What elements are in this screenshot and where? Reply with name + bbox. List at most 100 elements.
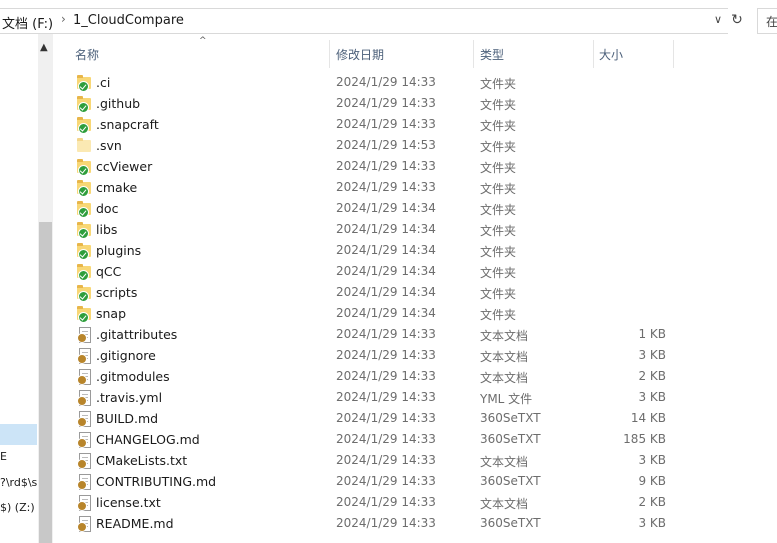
navigation-pane: E ?\rd$\s $) (Z:) ▲ <box>0 34 53 543</box>
file-name: .gitignore <box>96 348 156 363</box>
refresh-icon[interactable]: ↻ <box>729 12 745 30</box>
text-file-icon <box>77 327 91 343</box>
file-row[interactable]: cmake 2024/1/29 14:33 文件夹 <box>53 177 777 198</box>
nav-item-selected[interactable] <box>0 424 37 445</box>
file-date: 2024/1/29 14:34 <box>336 201 436 215</box>
chevron-down-icon[interactable]: ∨ <box>714 13 722 26</box>
scroll-up-icon[interactable]: ▲ <box>40 42 48 53</box>
file-row[interactable]: qCC 2024/1/29 14:34 文件夹 <box>53 261 777 282</box>
file-date: 2024/1/29 14:33 <box>336 369 436 383</box>
file-size: 14 KB <box>630 411 666 425</box>
column-header-size[interactable]: 大小 <box>599 46 623 63</box>
text-file-icon <box>77 474 91 490</box>
file-row[interactable]: scripts 2024/1/29 14:34 文件夹 <box>53 282 777 303</box>
file-type: 360SeTXT <box>480 516 541 530</box>
file-name: scripts <box>96 285 138 300</box>
breadcrumb-folder[interactable]: 1_CloudCompare <box>73 13 184 28</box>
file-date: 2024/1/29 14:53 <box>336 138 436 152</box>
column-divider[interactable] <box>593 40 594 68</box>
file-name: qCC <box>96 264 122 279</box>
file-date: 2024/1/29 14:33 <box>336 390 436 404</box>
file-row[interactable]: .svn 2024/1/29 14:53 文件夹 <box>53 135 777 156</box>
folder-synced-icon <box>77 117 91 134</box>
text-file-icon <box>77 390 91 406</box>
file-row[interactable]: libs 2024/1/29 14:34 文件夹 <box>53 219 777 240</box>
file-row[interactable]: .travis.yml 2024/1/29 14:33 YML 文件 3 KB <box>53 387 777 408</box>
column-divider[interactable] <box>329 40 330 68</box>
file-date: 2024/1/29 14:33 <box>336 411 436 425</box>
file-row[interactable]: .ci 2024/1/29 14:33 文件夹 <box>53 72 777 93</box>
column-header-date[interactable]: 修改日期 <box>336 46 384 63</box>
text-file-icon <box>77 516 91 532</box>
file-name: CHANGELOG.md <box>96 432 200 447</box>
file-row[interactable]: license.txt 2024/1/29 14:33 文本文档 2 KB <box>53 492 777 513</box>
folder-synced-icon <box>77 96 91 113</box>
file-type: 文本文档 <box>480 455 529 469</box>
column-divider[interactable] <box>473 40 474 68</box>
address-bar[interactable]: 文档 (F:) › 1_CloudCompare ∨ <box>0 8 728 34</box>
file-name: .gitattributes <box>96 327 178 342</box>
file-row[interactable]: .snapcraft 2024/1/29 14:33 文件夹 <box>53 114 777 135</box>
column-header-type[interactable]: 类型 <box>480 46 504 63</box>
file-row[interactable]: CONTRIBUTING.md 2024/1/29 14:33 360SeTXT 9 … <box>53 471 777 492</box>
file-type: 文件夹 <box>480 266 517 280</box>
file-row[interactable]: BUILD.md 2024/1/29 14:33 360SeTXT 14 KB <box>53 408 777 429</box>
column-divider[interactable] <box>673 40 674 68</box>
file-name: plugins <box>96 243 142 258</box>
search-box[interactable]: 在 <box>757 8 777 34</box>
file-name: ccViewer <box>96 159 153 174</box>
file-type: 文件夹 <box>480 203 517 217</box>
file-row[interactable]: doc 2024/1/29 14:34 文件夹 <box>53 198 777 219</box>
file-type: 文件夹 <box>480 161 517 175</box>
nav-item[interactable]: $) (Z:) <box>0 497 37 518</box>
file-row[interactable]: .gitmodules 2024/1/29 14:33 文本文档 2 KB <box>53 366 777 387</box>
file-name: CMakeLists.txt <box>96 453 188 468</box>
file-name: .snapcraft <box>96 117 159 132</box>
file-type: 360SeTXT <box>480 411 541 425</box>
file-row[interactable]: .gitattributes 2024/1/29 14:33 文本文档 1 KB <box>53 324 777 345</box>
file-size: 3 KB <box>638 348 666 362</box>
file-type: 360SeTXT <box>480 432 541 446</box>
nav-item[interactable]: E <box>0 446 37 467</box>
text-file-icon <box>77 348 91 364</box>
file-date: 2024/1/29 14:33 <box>336 432 436 446</box>
file-type: 文本文档 <box>480 371 529 385</box>
file-type: YML 文件 <box>480 392 533 406</box>
file-name: CONTRIBUTING.md <box>96 474 217 489</box>
file-date: 2024/1/29 14:33 <box>336 516 436 530</box>
file-row[interactable]: plugins 2024/1/29 14:34 文件夹 <box>53 240 777 261</box>
column-header-name[interactable]: 名称 <box>75 46 99 63</box>
file-row[interactable]: ccViewer 2024/1/29 14:33 文件夹 <box>53 156 777 177</box>
file-row[interactable]: CHANGELOG.md 2024/1/29 14:33 360SeTXT 185 K… <box>53 429 777 450</box>
file-type: 文件夹 <box>480 140 517 154</box>
file-size: 2 KB <box>638 495 666 509</box>
breadcrumb-drive[interactable]: 文档 (F:) <box>2 13 53 32</box>
folder-synced-icon <box>77 222 91 239</box>
file-size: 3 KB <box>638 516 666 530</box>
file-name: libs <box>96 222 118 237</box>
file-date: 2024/1/29 14:33 <box>336 348 436 362</box>
file-name: snap <box>96 306 127 321</box>
file-type: 文件夹 <box>480 245 517 259</box>
file-row[interactable]: .gitignore 2024/1/29 14:33 文本文档 3 KB <box>53 345 777 366</box>
file-row[interactable]: .github 2024/1/29 14:33 文件夹 <box>53 93 777 114</box>
file-date: 2024/1/29 14:33 <box>336 96 436 110</box>
folder-synced-icon <box>77 243 91 260</box>
file-type: 文件夹 <box>480 119 517 133</box>
file-date: 2024/1/29 14:34 <box>336 306 436 320</box>
nav-scrollbar[interactable]: ▲ <box>38 34 53 543</box>
file-date: 2024/1/29 14:33 <box>336 495 436 509</box>
breadcrumb-separator-icon[interactable]: › <box>61 12 66 26</box>
file-type: 文件夹 <box>480 182 517 196</box>
file-size: 1 KB <box>638 327 666 341</box>
file-date: 2024/1/29 14:33 <box>336 117 436 131</box>
file-row[interactable]: README.md 2024/1/29 14:33 360SeTXT 3 KB <box>53 513 777 534</box>
nav-item[interactable]: ?\rd$\s <box>0 472 37 493</box>
scrollbar-thumb[interactable] <box>39 222 52 543</box>
file-date: 2024/1/29 14:34 <box>336 243 436 257</box>
file-type: 文本文档 <box>480 497 529 511</box>
file-type: 360SeTXT <box>480 474 541 488</box>
file-row[interactable]: CMakeLists.txt 2024/1/29 14:33 文本文档 3 KB <box>53 450 777 471</box>
file-name: .travis.yml <box>96 390 163 405</box>
file-row[interactable]: snap 2024/1/29 14:34 文件夹 <box>53 303 777 324</box>
